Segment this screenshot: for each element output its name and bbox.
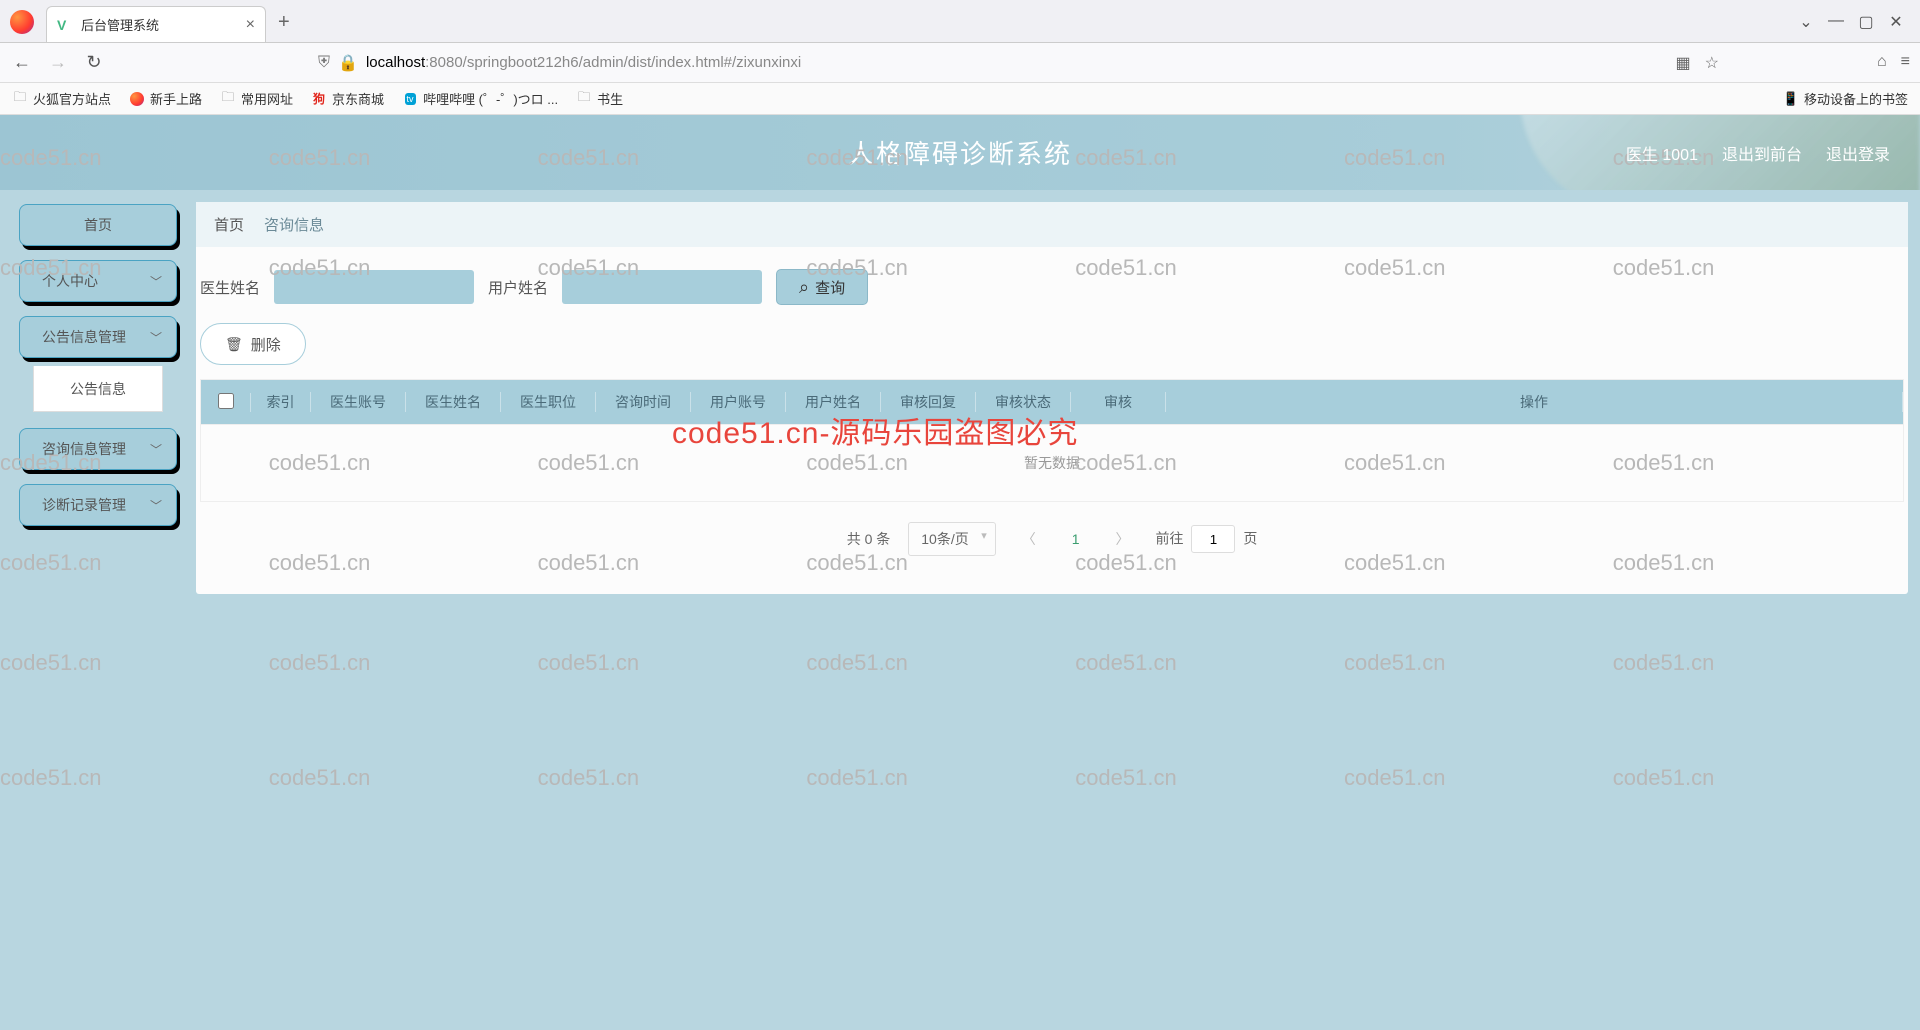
browser-tab-strip: V 后台管理系统 × + ⌄ — ▢ ✕ — [0, 0, 1920, 43]
th-user-account: 用户账号 — [691, 392, 786, 412]
current-page[interactable]: 1 — [1062, 527, 1090, 551]
tab-title: 后台管理系统 — [81, 15, 238, 34]
sidebar-item-diagnosis[interactable]: 诊断记录管理 ﹀ — [19, 484, 177, 526]
mobile-bookmarks[interactable]: 📱移动设备上的书签 — [1783, 89, 1908, 108]
chevron-down-icon: ﹀ — [150, 441, 162, 458]
th-review-reply: 审核回复 — [881, 392, 976, 412]
sidebar-item-profile[interactable]: 个人中心 ﹀ — [19, 260, 177, 302]
bookmark-item[interactable]: 狗京东商城 — [311, 89, 384, 108]
th-doctor-account: 医生账号 — [311, 392, 406, 412]
pagination: 共 0 条 10条/页 〈 1 〉 前往 页 — [200, 502, 1904, 576]
bookmarks-bar: 🗀火狐官方站点 新手上路 🗀常用网址 狗京东商城 tv哔哩哔哩 (゜-゜)つロ … — [0, 83, 1920, 115]
breadcrumb-home[interactable]: 首页 — [214, 214, 244, 235]
select-all-checkbox[interactable] — [201, 393, 251, 412]
new-tab-button[interactable]: + — [278, 11, 290, 34]
address-bar[interactable]: ⛨ 🔒 localhost:8080/springboot212h6/admin… — [118, 53, 1664, 73]
reader-icon[interactable]: ▦ — [1676, 53, 1691, 73]
minimize-icon[interactable]: — — [1826, 12, 1846, 32]
to-frontend-link[interactable]: 退出到前台 — [1722, 141, 1802, 165]
goto-page-input[interactable] — [1191, 525, 1235, 553]
table-empty-text: 暂无数据 — [200, 425, 1904, 502]
caret-down-icon[interactable]: ⌄ — [1796, 12, 1816, 32]
th-doctor-position: 医生职位 — [501, 392, 596, 412]
sidebar-item-home[interactable]: 首页 — [19, 204, 177, 246]
back-button[interactable]: ← — [10, 52, 34, 73]
filter-label-user: 用户姓名 — [488, 277, 548, 298]
logout-link[interactable]: 退出登录 — [1826, 141, 1890, 165]
user-name-input[interactable] — [562, 270, 762, 304]
bookmark-item[interactable]: 🗀书生 — [576, 89, 623, 108]
chevron-down-icon: ﹀ — [150, 497, 162, 514]
lock-icon: 🔒 — [338, 53, 358, 73]
extensions-icon[interactable]: ⌂ — [1877, 53, 1887, 73]
firefox-icon — [10, 10, 34, 34]
th-review-status: 审核状态 — [976, 392, 1071, 412]
maximize-icon[interactable]: ▢ — [1856, 12, 1876, 32]
shield-icon: ⛨ — [318, 54, 330, 72]
prev-page-button[interactable]: 〈 — [1014, 525, 1044, 553]
menu-icon[interactable]: ≡ — [1901, 53, 1910, 73]
delete-button[interactable]: 删除 — [200, 323, 306, 365]
browser-nav-bar: ← → ↻ ⛨ 🔒 localhost:8080/springboot212h6… — [0, 43, 1920, 83]
breadcrumb-current: 咨询信息 — [264, 214, 324, 235]
pagination-total: 共 0 条 — [847, 529, 891, 549]
filter-bar: 医生姓名 用户姓名 查询 — [200, 247, 1904, 305]
vue-icon: V — [57, 17, 73, 33]
th-actions: 操作 — [1166, 392, 1903, 412]
sidebar: 首页 个人中心 ﹀ 公告信息管理 ﹀ 公告信息 咨询信息管理 ﹀ 诊断记录管理 … — [0, 190, 196, 1030]
app-header: 人格障碍诊断系统 医生 1001 退出到前台 退出登录 — [0, 115, 1920, 190]
bookmark-item[interactable]: tv哔哩哔哩 (゜-゜)つロ ... — [402, 89, 558, 108]
data-table: 索引 医生账号 医生姓名 医生职位 咨询时间 用户账号 用户姓名 审核回复 审核… — [200, 379, 1904, 502]
th-consult-time: 咨询时间 — [596, 392, 691, 412]
url-text: localhost:8080/springboot212h6/admin/dis… — [366, 54, 801, 71]
sidebar-subitem-announce-info[interactable]: 公告信息 — [33, 366, 163, 412]
th-doctor-name: 医生姓名 — [406, 392, 501, 412]
doctor-name-input[interactable] — [274, 270, 474, 304]
next-page-button[interactable]: 〉 — [1108, 525, 1138, 553]
window-close-icon[interactable]: ✕ — [1886, 12, 1906, 32]
user-label[interactable]: 医生 1001 — [1626, 141, 1698, 165]
reload-button[interactable]: ↻ — [82, 52, 106, 73]
goto-page: 前往 页 — [1156, 525, 1258, 553]
browser-tab[interactable]: V 后台管理系统 × — [46, 6, 266, 42]
forward-button[interactable]: → — [46, 52, 70, 73]
sidebar-item-consult[interactable]: 咨询信息管理 ﹀ — [19, 428, 177, 470]
breadcrumb: 首页 咨询信息 — [196, 202, 1908, 247]
bookmark-item[interactable]: 🗀火狐官方站点 — [12, 89, 111, 108]
th-index: 索引 — [251, 392, 311, 412]
sidebar-item-announce[interactable]: 公告信息管理 ﹀ — [19, 316, 177, 358]
close-icon[interactable]: × — [246, 16, 255, 34]
bookmark-star-icon[interactable]: ☆ — [1705, 53, 1719, 73]
search-button[interactable]: 查询 — [776, 269, 868, 305]
filter-label-doctor: 医生姓名 — [200, 277, 260, 298]
app-title: 人格障碍诊断系统 — [848, 134, 1072, 171]
chevron-down-icon: ﹀ — [150, 329, 162, 346]
chevron-down-icon: ﹀ — [150, 273, 162, 290]
bookmark-item[interactable]: 新手上路 — [129, 89, 202, 108]
bookmark-item[interactable]: 🗀常用网址 — [220, 89, 293, 108]
th-review: 审核 — [1071, 392, 1166, 412]
th-user-name: 用户姓名 — [786, 392, 881, 412]
page-size-select[interactable]: 10条/页 — [908, 522, 995, 556]
